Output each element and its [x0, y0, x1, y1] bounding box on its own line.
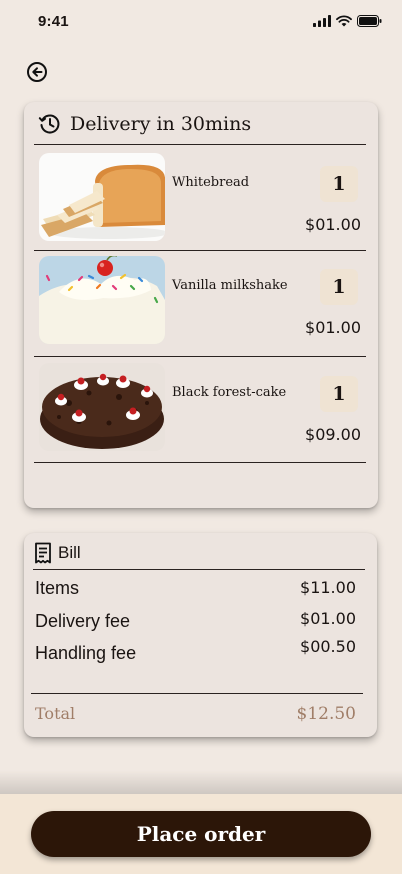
delivery-header: Delivery in 30mins: [38, 112, 251, 136]
bill-header: Bill: [34, 542, 81, 564]
cart-item-vanilla-milkshake[interactable]: Vanilla milkshake 1 $01.00: [38, 256, 368, 348]
item-image-white-bread: [39, 153, 165, 241]
bill-line-items: Items $11.00: [35, 578, 356, 599]
quantity-chip[interactable]: 1: [320, 269, 358, 305]
delivery-title: Delivery in 30mins: [70, 113, 252, 135]
bill-total: Total $12.50: [35, 704, 356, 724]
item-image-black-forest-cake: [39, 363, 165, 451]
bill-line-label: Delivery fee: [35, 611, 131, 631]
clock-history-icon: [38, 114, 60, 134]
divider: [34, 356, 366, 357]
receipt-icon: [35, 542, 51, 564]
bill-line-value: $00.50: [300, 637, 356, 656]
delivery-card: Delivery in 30mins Whitebread 1 $01.00 V…: [24, 102, 378, 508]
arrow-left-circle-icon: [27, 62, 47, 82]
divider: [34, 250, 366, 251]
item-price: $01.00: [305, 318, 361, 337]
cart-item-black-forest-cake[interactable]: Black forest-cake 1 $09.00: [38, 363, 368, 455]
divider: [31, 693, 363, 694]
item-name: Vanilla milkshake: [172, 278, 288, 293]
item-name: Whitebread: [172, 175, 250, 190]
bill-line-value: $01.00: [300, 609, 356, 628]
wifi-icon: [336, 15, 352, 27]
quantity-chip[interactable]: 1: [320, 166, 358, 202]
back-button[interactable]: [26, 61, 48, 83]
total-label: Total: [35, 704, 76, 723]
total-value: $12.50: [296, 704, 356, 724]
cart-item-whitebread[interactable]: Whitebread 1 $01.00: [38, 153, 368, 245]
divider: [34, 144, 366, 145]
divider: [34, 462, 366, 463]
battery-icon: [357, 15, 382, 27]
bill-line-label: Handling fee: [35, 643, 137, 663]
bill-line-value: $11.00: [300, 578, 356, 597]
quantity-chip[interactable]: 1: [320, 376, 358, 412]
item-name: Black forest-cake: [172, 385, 287, 400]
signal-icon: [313, 15, 331, 27]
item-price: $01.00: [305, 215, 361, 234]
bill-line-handling-fee: Handling fee $00.50: [35, 637, 356, 664]
status-icons: [313, 15, 382, 27]
bill-card: Bill Items $11.00 Delivery fee $01.00 Ha…: [24, 533, 377, 737]
divider: [33, 569, 365, 570]
item-image-vanilla-milkshake: [39, 256, 165, 344]
item-price: $09.00: [305, 425, 361, 444]
status-time: 9:41: [38, 13, 69, 30]
place-order-button[interactable]: Place order: [31, 811, 371, 857]
bill-title: Bill: [58, 543, 81, 562]
bill-line-label: Items: [35, 578, 80, 598]
bill-line-delivery-fee: Delivery fee $01.00: [35, 609, 356, 632]
status-bar: 9:41: [0, 0, 402, 44]
